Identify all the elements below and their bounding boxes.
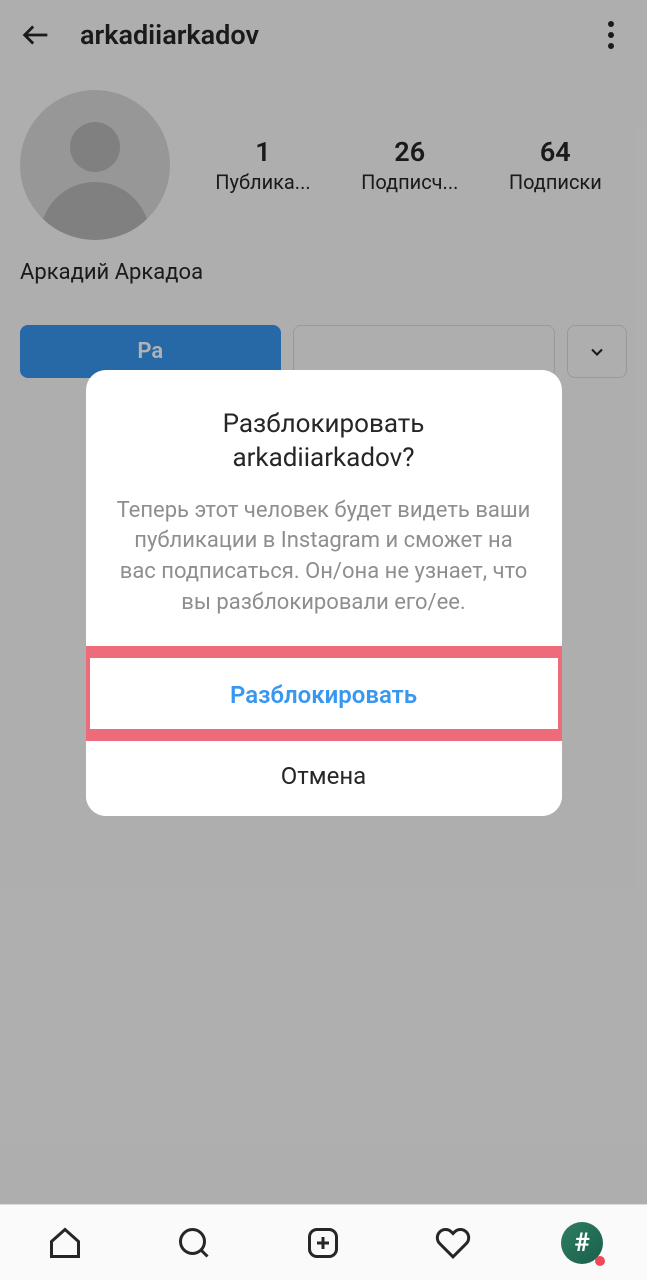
hashtag-icon: # bbox=[561, 1222, 603, 1264]
notification-dot bbox=[595, 1256, 605, 1266]
dialog-title: Разблокировать arkadiiarkadov? bbox=[86, 370, 562, 476]
heart-icon bbox=[435, 1225, 471, 1261]
plus-square-icon bbox=[305, 1225, 341, 1261]
bottom-navigation: # bbox=[0, 1204, 647, 1280]
profile-nav[interactable]: # bbox=[558, 1219, 606, 1267]
create-nav[interactable] bbox=[299, 1219, 347, 1267]
home-nav[interactable] bbox=[41, 1219, 89, 1267]
unblock-dialog: Разблокировать arkadiiarkadov? Теперь эт… bbox=[86, 370, 562, 816]
search-icon bbox=[176, 1225, 212, 1261]
search-nav[interactable] bbox=[170, 1219, 218, 1267]
dialog-description: Теперь этот человек будет видеть ваши пу… bbox=[86, 476, 562, 654]
home-icon bbox=[47, 1225, 83, 1261]
activity-nav[interactable] bbox=[429, 1219, 477, 1267]
modal-overlay[interactable]: Разблокировать arkadiiarkadov? Теперь эт… bbox=[0, 0, 647, 1280]
dialog-cancel-button[interactable]: Отмена bbox=[86, 735, 562, 816]
dialog-unblock-button[interactable]: Разблокировать bbox=[86, 654, 562, 735]
